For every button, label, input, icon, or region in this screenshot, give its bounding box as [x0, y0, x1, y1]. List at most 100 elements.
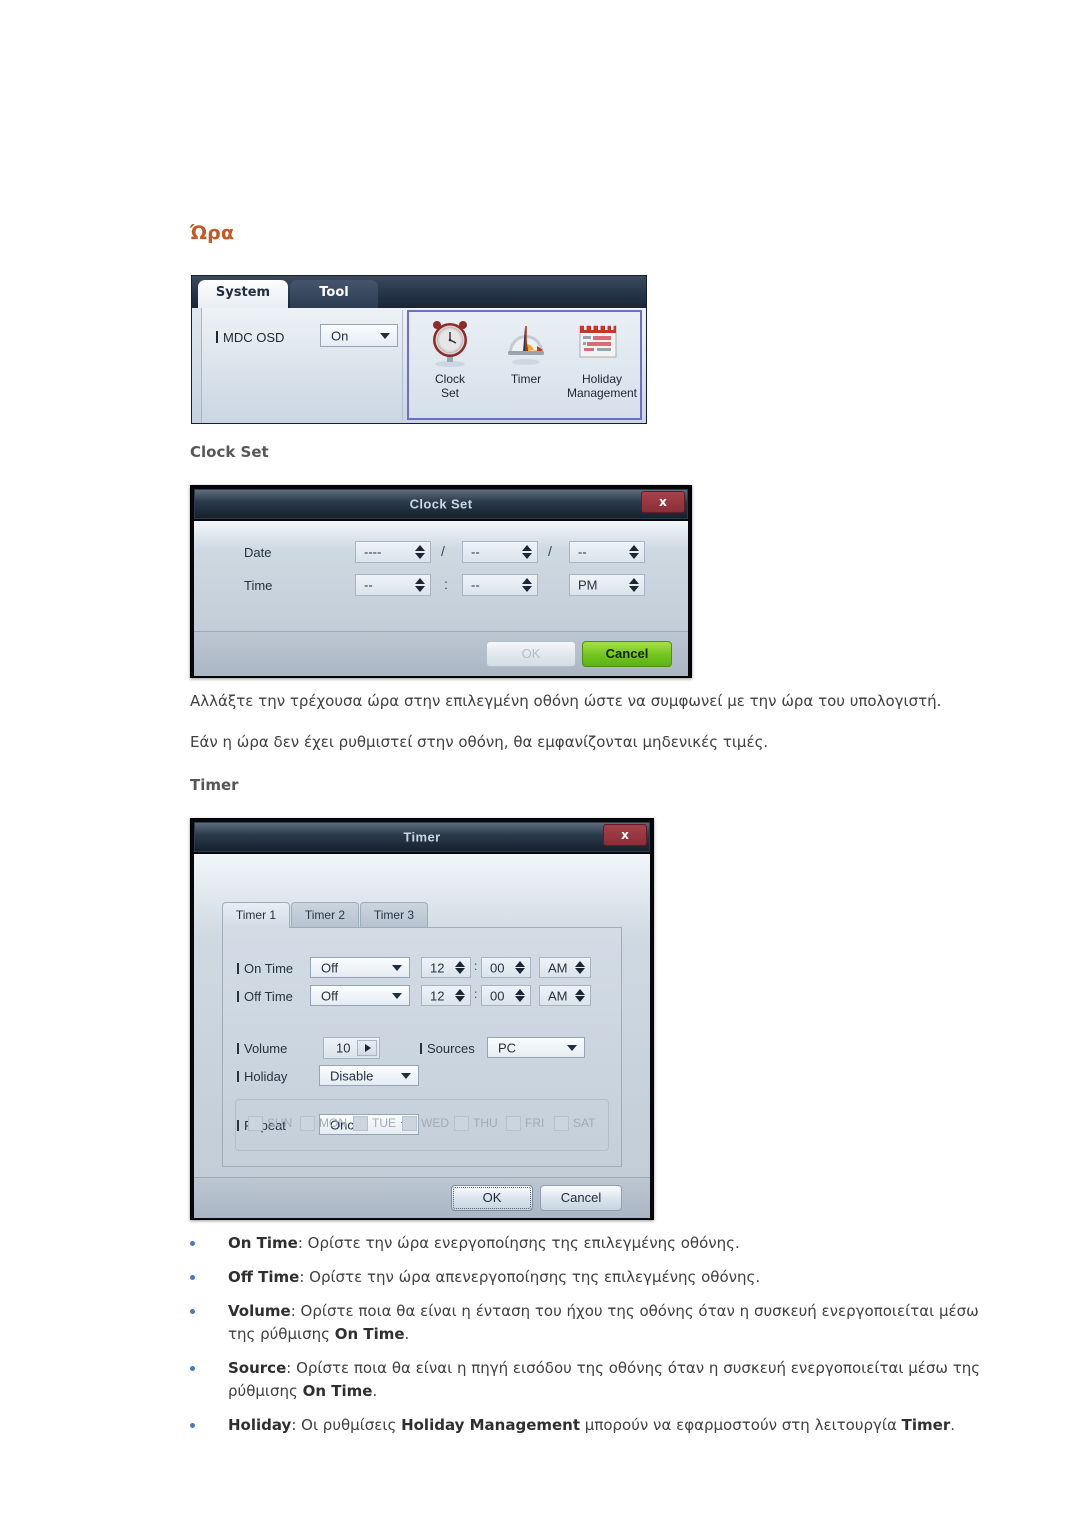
minute-stepper[interactable]	[519, 577, 535, 593]
timer-body: Timer 1 Timer 2 Timer 3 On Time Off 12 :…	[194, 854, 650, 1177]
list-item-text: : Ορίστε την ώρα ενεργοποίησης της επιλε…	[297, 1234, 740, 1252]
list-item-tail: .	[950, 1416, 956, 1434]
volume-increment-button[interactable]	[357, 1040, 377, 1056]
on-time-minute-stepper[interactable]	[512, 960, 528, 975]
sources-dropdown[interactable]: PC	[487, 1037, 585, 1058]
on-time-hour-spinner[interactable]: 12	[421, 957, 471, 978]
year-value: ----	[364, 544, 382, 560]
chevron-down-icon	[401, 1072, 411, 1079]
list-item: Holiday: Οι ρυθμίσεις Holiday Management…	[190, 1414, 1010, 1437]
on-time-separator: :	[474, 959, 478, 973]
chevron-down-icon	[392, 964, 402, 971]
off-time-minute-stepper[interactable]	[512, 988, 528, 1003]
bullet-icon	[190, 1423, 195, 1428]
on-time-label: On Time	[237, 961, 293, 976]
ribbon-item-clock-set-label: Clock Set	[434, 372, 465, 400]
year-stepper[interactable]	[412, 544, 428, 560]
timer-cancel-button[interactable]: Cancel	[540, 1185, 622, 1211]
off-time-meridiem-spinner[interactable]: AM	[539, 985, 591, 1006]
off-time-hour-spinner[interactable]: 12	[421, 985, 471, 1006]
on-time-meridiem-stepper[interactable]	[572, 960, 588, 975]
on-time-mode-dropdown[interactable]: Off	[310, 957, 410, 978]
list-item-term-3: Timer	[901, 1416, 951, 1434]
page-title: Ώρα	[190, 222, 235, 244]
timer-tabstrip: Timer 1 Timer 2 Timer 3	[222, 902, 622, 928]
volume-stepper[interactable]: 10	[323, 1037, 380, 1059]
date-separator-1: /	[441, 543, 445, 559]
ribbon-item-holiday-label: Holiday Management	[566, 372, 638, 400]
timer-dialog: Timer x Timer 1 Timer 2 Timer 3 On Time …	[190, 818, 654, 1220]
meridiem-stepper[interactable]	[626, 577, 642, 593]
tab-timer-3[interactable]: Timer 3	[360, 902, 428, 928]
hour-stepper[interactable]	[412, 577, 428, 593]
clock-set-ok-button[interactable]: OK	[486, 641, 576, 667]
list-item-text: : Ορίστε την ώρα απενεργοποίησης της επι…	[299, 1268, 761, 1286]
off-time-hour-value: 12	[430, 988, 445, 1003]
list-item-term-2: Holiday Management	[401, 1416, 581, 1434]
checkbox-box[interactable]	[402, 1116, 417, 1131]
tab-system[interactable]: System	[198, 280, 288, 308]
checkbox-box[interactable]	[353, 1116, 368, 1131]
meridiem-spinner[interactable]: PM	[569, 574, 645, 596]
close-icon[interactable]: x	[641, 491, 685, 513]
on-time-mode-value: Off	[321, 960, 339, 975]
checkbox-box[interactable]	[454, 1116, 469, 1131]
sources-label: Sources	[420, 1041, 475, 1056]
calendar-icon	[573, 318, 623, 368]
checkbox-label: SUN	[267, 1116, 293, 1130]
clock-set-cancel-button[interactable]: Cancel	[582, 641, 672, 667]
checkbox-box[interactable]	[554, 1116, 569, 1131]
timer-ok-button[interactable]: OK	[451, 1185, 533, 1211]
list-item: Volume: Ορίστε ποια θα είναι η ένταση το…	[190, 1300, 1010, 1346]
on-time-minute-spinner[interactable]: 00	[481, 957, 531, 978]
tab-tool[interactable]: Tool	[290, 280, 378, 308]
tab-timer-2[interactable]: Timer 2	[291, 902, 359, 928]
ribbon-group-time-selected: Clock Set Timer Holiday Management	[407, 310, 642, 420]
checkbox-box[interactable]	[300, 1116, 315, 1131]
mdc-ribbon-screenshot: System Tool MDC OSD On Clock Set Timer H…	[191, 275, 647, 424]
section-heading-timer: Timer	[190, 776, 239, 794]
close-icon[interactable]: x	[603, 824, 647, 846]
off-time-separator: :	[474, 987, 478, 1001]
off-time-minute-value: 00	[490, 988, 505, 1003]
off-time-mode-dropdown[interactable]: Off	[310, 985, 410, 1006]
checkbox-label: THU	[473, 1116, 498, 1130]
day-stepper[interactable]	[626, 544, 642, 560]
hour-spinner[interactable]: --	[355, 574, 431, 596]
ribbon-tabbar: System Tool	[192, 276, 646, 308]
volume-label: Volume	[237, 1041, 287, 1056]
bullet-icon	[190, 1275, 195, 1280]
checkbox-box[interactable]	[248, 1116, 263, 1131]
sources-value: PC	[498, 1040, 517, 1055]
on-time-meridiem-spinner[interactable]: AM	[539, 957, 591, 978]
checkbox-label: SAT	[573, 1116, 596, 1130]
paragraph-clock-set-2: Εάν η ώρα δεν έχει ρυθμιστεί στην οθόνη,…	[190, 733, 769, 751]
off-time-meridiem-stepper[interactable]	[572, 988, 588, 1003]
clock-set-title: Clock Set	[409, 496, 473, 512]
bullet-icon	[190, 1241, 195, 1246]
mdc-osd-dropdown[interactable]: On	[320, 324, 398, 347]
meridiem-value: PM	[578, 577, 598, 593]
on-time-meridiem-value: AM	[548, 960, 568, 975]
off-time-minute-spinner[interactable]: 00	[481, 985, 531, 1006]
time-separator: :	[444, 576, 448, 592]
day-spinner[interactable]: --	[569, 541, 645, 563]
month-spinner[interactable]: --	[462, 541, 538, 563]
list-item-term: Source	[228, 1359, 287, 1377]
holiday-dropdown[interactable]: Disable	[319, 1065, 419, 1086]
year-spinner[interactable]: ----	[355, 541, 431, 563]
off-time-hour-stepper[interactable]	[452, 988, 468, 1003]
on-time-hour-stepper[interactable]	[452, 960, 468, 975]
checkbox-box[interactable]	[506, 1116, 521, 1131]
list-item-term: Volume	[228, 1302, 291, 1320]
timer-1-panel: On Time Off 12 : 00 AM Off Time Off 12:…	[222, 927, 622, 1167]
tab-timer-1[interactable]: Timer 1	[222, 902, 290, 928]
on-time-minute-value: 00	[490, 960, 505, 975]
holiday-label: Holiday	[237, 1069, 287, 1084]
month-stepper[interactable]	[519, 544, 535, 560]
minute-spinner[interactable]: --	[462, 574, 538, 596]
list-item-term: Off Time	[228, 1268, 300, 1286]
off-time-mode-value: Off	[321, 988, 339, 1003]
checkbox-label: WED	[421, 1116, 449, 1130]
list-item-text: : Οι ρυθμίσεις	[291, 1416, 402, 1434]
